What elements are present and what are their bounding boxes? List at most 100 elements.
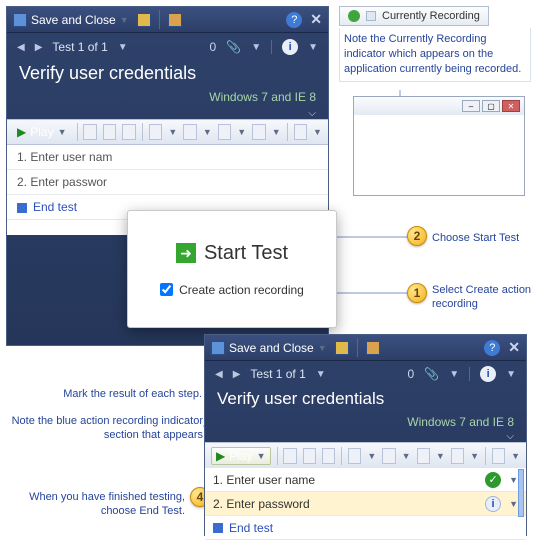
environment-label: Windows 7 and IE 8: [205, 415, 526, 431]
stop-icon[interactable]: [303, 448, 316, 464]
toolbar-icon[interactable]: [417, 448, 430, 464]
environment-label: Windows 7 and IE 8: [7, 90, 328, 108]
step-row[interactable]: 2. Enter passwor: [7, 170, 328, 195]
save-and-close-label: Save and Close: [31, 13, 116, 27]
expand-chevron-icon[interactable]: ⌵: [7, 108, 328, 119]
toolbar-icon[interactable]: [382, 448, 395, 464]
undo-icon[interactable]: [122, 124, 136, 140]
toolbar-icon[interactable]: [183, 124, 197, 140]
annotation-select-create: Select Create action recording: [432, 283, 532, 312]
attachment-count: 0: [408, 367, 415, 381]
save-and-close-button[interactable]: Save and Close ▼: [13, 13, 129, 27]
maximize-icon[interactable]: ▢: [482, 100, 500, 112]
save-and-close-label: Save and Close: [229, 341, 314, 355]
test-position: Test 1 of 1: [52, 40, 107, 54]
dropdown-caret-icon: ▼: [120, 15, 129, 25]
step-row[interactable]: 1. Enter user name ✓ ▼: [205, 468, 526, 492]
toolbar-icon[interactable]: [149, 124, 163, 140]
next-test-icon[interactable]: ▶: [233, 369, 241, 380]
help-button[interactable]: ?: [286, 12, 302, 28]
window-titlebar: – ▢ ✕: [354, 97, 524, 115]
info-button[interactable]: i: [282, 39, 298, 55]
attach-caret-icon[interactable]: ▼: [251, 42, 261, 53]
close-icon[interactable]: ✕: [502, 100, 520, 112]
create-action-recording-label: Create action recording: [179, 283, 304, 297]
toolbar-icon[interactable]: [252, 124, 266, 140]
test-menu-caret-icon[interactable]: ▼: [316, 369, 326, 380]
step-row[interactable]: 1. Enter user nam: [7, 145, 328, 170]
test-title: Verify user credentials: [205, 387, 526, 415]
pending-status-icon[interactable]: i: [485, 496, 501, 512]
test-menu-caret-icon[interactable]: ▼: [118, 42, 128, 53]
end-test-label: End test: [33, 200, 77, 214]
annotation-blue-section: Note the blue action recording indicator…: [10, 414, 203, 443]
toolbar-icon[interactable]: [451, 448, 464, 464]
paperclip-icon[interactable]: 📎: [226, 40, 241, 54]
save-split-icon[interactable]: [335, 341, 349, 355]
paperclip-icon[interactable]: 📎: [424, 367, 439, 381]
test-nav: ◀ ▶ Test 1 of 1 ▼ 0 📎 ▼ i ▼: [205, 361, 526, 387]
end-test-row[interactable]: End test: [205, 516, 526, 540]
callout-1: 1: [407, 283, 427, 303]
play-label: Play: [30, 125, 53, 139]
start-test-label: Start Test: [204, 242, 288, 265]
create-action-recording-input[interactable]: [160, 283, 173, 296]
next-test-icon[interactable]: ▶: [35, 42, 43, 53]
steps-list: 1. Enter user name ✓ ▼ 2. Enter password…: [205, 468, 526, 540]
stop-square-icon: [17, 203, 27, 213]
start-arrow-icon: ➜: [176, 243, 196, 263]
play-arrow-icon: ▶: [216, 449, 225, 463]
play-arrow-icon: ▶: [17, 125, 26, 139]
test-runner-window-during: Save and Close ▼ ? ✕ ◀ ▶ Test 1 of 1 ▼ 0…: [204, 334, 527, 536]
steps-toolbar: ▶ Play ▼ ▼ ▼ ▼ ▼ ▼: [7, 119, 328, 145]
create-action-recording-checkbox[interactable]: Create action recording: [160, 283, 304, 297]
step-text: 1. Enter user name: [213, 473, 315, 487]
toolbar-icon[interactable]: [348, 448, 361, 464]
open-icon[interactable]: [366, 341, 380, 355]
play-caret-icon: ▼: [58, 127, 67, 137]
open-icon[interactable]: [168, 13, 182, 27]
end-test-label: End test: [229, 521, 273, 535]
attachment-count: 0: [210, 40, 217, 54]
currently-recording-indicator: Currently Recording: [339, 6, 489, 26]
callout-2: 2: [407, 226, 427, 246]
pass-status-icon[interactable]: ✓: [485, 472, 501, 488]
toolbar-icon[interactable]: [294, 124, 308, 140]
save-and-close-button[interactable]: Save and Close ▼: [211, 341, 327, 355]
undo-icon[interactable]: [322, 448, 335, 464]
app-window-icon: [366, 11, 376, 21]
play-button[interactable]: ▶ Play ▼: [13, 125, 71, 139]
pause-icon[interactable]: [83, 124, 97, 140]
separator: [159, 10, 160, 29]
recording-dot-icon: [348, 10, 360, 22]
help-button[interactable]: ?: [484, 340, 500, 356]
annotation-recording: Note the Currently Recording indicator w…: [339, 28, 531, 82]
save-split-icon[interactable]: [137, 13, 151, 27]
step-text: 2. Enter password: [213, 497, 310, 511]
recorded-application-window: – ▢ ✕: [353, 96, 525, 196]
prev-test-icon[interactable]: ◀: [17, 42, 25, 53]
save-icon: [13, 13, 27, 27]
toolbar-icon[interactable]: [492, 448, 505, 464]
stop-square-icon: [213, 523, 223, 533]
info-caret-icon[interactable]: ▼: [308, 42, 318, 53]
play-button[interactable]: ▶ Play ▼: [211, 447, 271, 465]
dropdown-caret-icon: ▼: [318, 343, 327, 353]
start-test-button[interactable]: ➜ Start Test: [176, 242, 288, 265]
currently-recording-label: Currently Recording: [382, 10, 480, 22]
step-row-active[interactable]: 2. Enter password i ▼: [205, 492, 526, 516]
toolbar-icon[interactable]: [218, 124, 232, 140]
prev-test-icon[interactable]: ◀: [215, 369, 223, 380]
stop-icon[interactable]: [103, 124, 117, 140]
expand-chevron-icon[interactable]: ⌵: [205, 431, 526, 442]
annotation-choose-start: Choose Start Test: [432, 231, 519, 245]
test-position: Test 1 of 1: [250, 367, 305, 381]
steps-toolbar: ▶ Play ▼ ▼ ▼ ▼ ▼ ▼: [205, 442, 526, 468]
info-button[interactable]: i: [480, 366, 496, 382]
minimize-icon[interactable]: –: [462, 100, 480, 112]
close-button[interactable]: ✕: [310, 11, 322, 28]
close-button[interactable]: ✕: [508, 339, 520, 356]
pause-icon[interactable]: [283, 448, 296, 464]
save-icon: [211, 341, 225, 355]
start-test-dialog: ➜ Start Test Create action recording: [127, 210, 337, 328]
